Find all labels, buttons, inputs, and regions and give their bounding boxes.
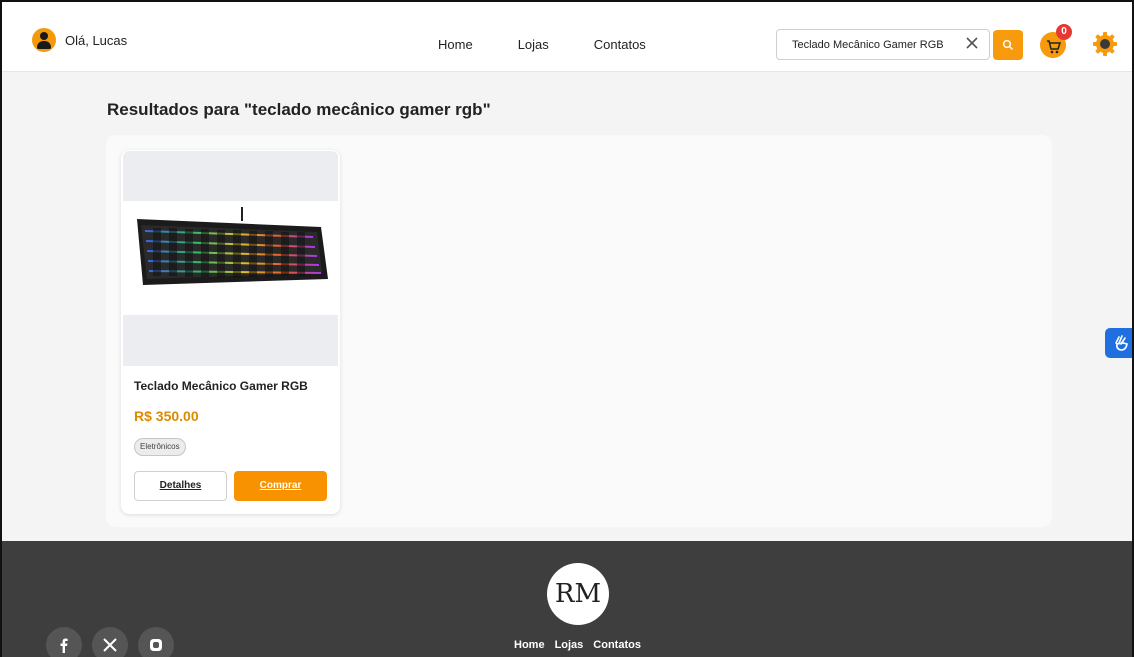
category-badge: Eletrônicos [134,438,186,456]
settings-button[interactable] [1092,31,1118,57]
store-logo: RM [547,563,609,625]
user-greeting[interactable]: Olá, Lucas [32,28,127,52]
cart-count-badge: 0 [1056,24,1072,40]
greeting-text: Olá, Lucas [65,32,128,48]
user-avatar-icon [32,28,56,52]
facebook-icon[interactable] [46,627,82,657]
instagram-icon[interactable] [138,627,174,657]
footer-nav: Home Lojas Contatos [514,639,651,651]
x-icon[interactable] [92,627,128,657]
footer-nav-home[interactable]: Home [514,639,545,651]
accessibility-widget-button[interactable] [1105,328,1132,358]
search-box [776,29,990,60]
nav-lojas[interactable]: Lojas [518,37,549,52]
search-input[interactable] [792,38,960,51]
gear-icon [1093,32,1117,56]
product-image[interactable] [123,151,338,366]
keyboard-image [137,207,328,285]
footer: RM Home Lojas Contatos [2,541,1132,657]
sign-language-hand-icon [1114,335,1128,351]
footer-nav-contatos[interactable]: Contatos [593,639,641,651]
nav-contatos[interactable]: Contatos [594,37,646,52]
top-header: Olá, Lucas Home Lojas Contatos Teclado M… [2,2,1132,72]
search-button[interactable] [993,30,1023,60]
search-icon [1002,39,1014,51]
social-links [46,627,184,657]
details-button[interactable]: Detalhes [134,471,227,501]
nav-home[interactable]: Home [438,37,473,52]
product-card[interactable]: Teclado Mecânico Gamer RGB R$ 350.00 Ele… [121,150,340,514]
results-title: Resultados para "teclado mecânico gamer … [107,100,491,119]
product-title[interactable]: Teclado Mecânico Gamer RGB [134,379,308,393]
buy-button[interactable]: Comprar [234,471,327,501]
footer-nav-lojas[interactable]: Lojas [555,639,584,651]
main-nav: Home Lojas Contatos [438,37,691,52]
page: Olá, Lucas Home Lojas Contatos Teclado M… [0,0,1134,657]
clear-search-icon[interactable] [964,35,980,51]
product-price: R$ 350.00 [134,408,199,424]
cart-button[interactable]: 0 [1040,24,1072,58]
